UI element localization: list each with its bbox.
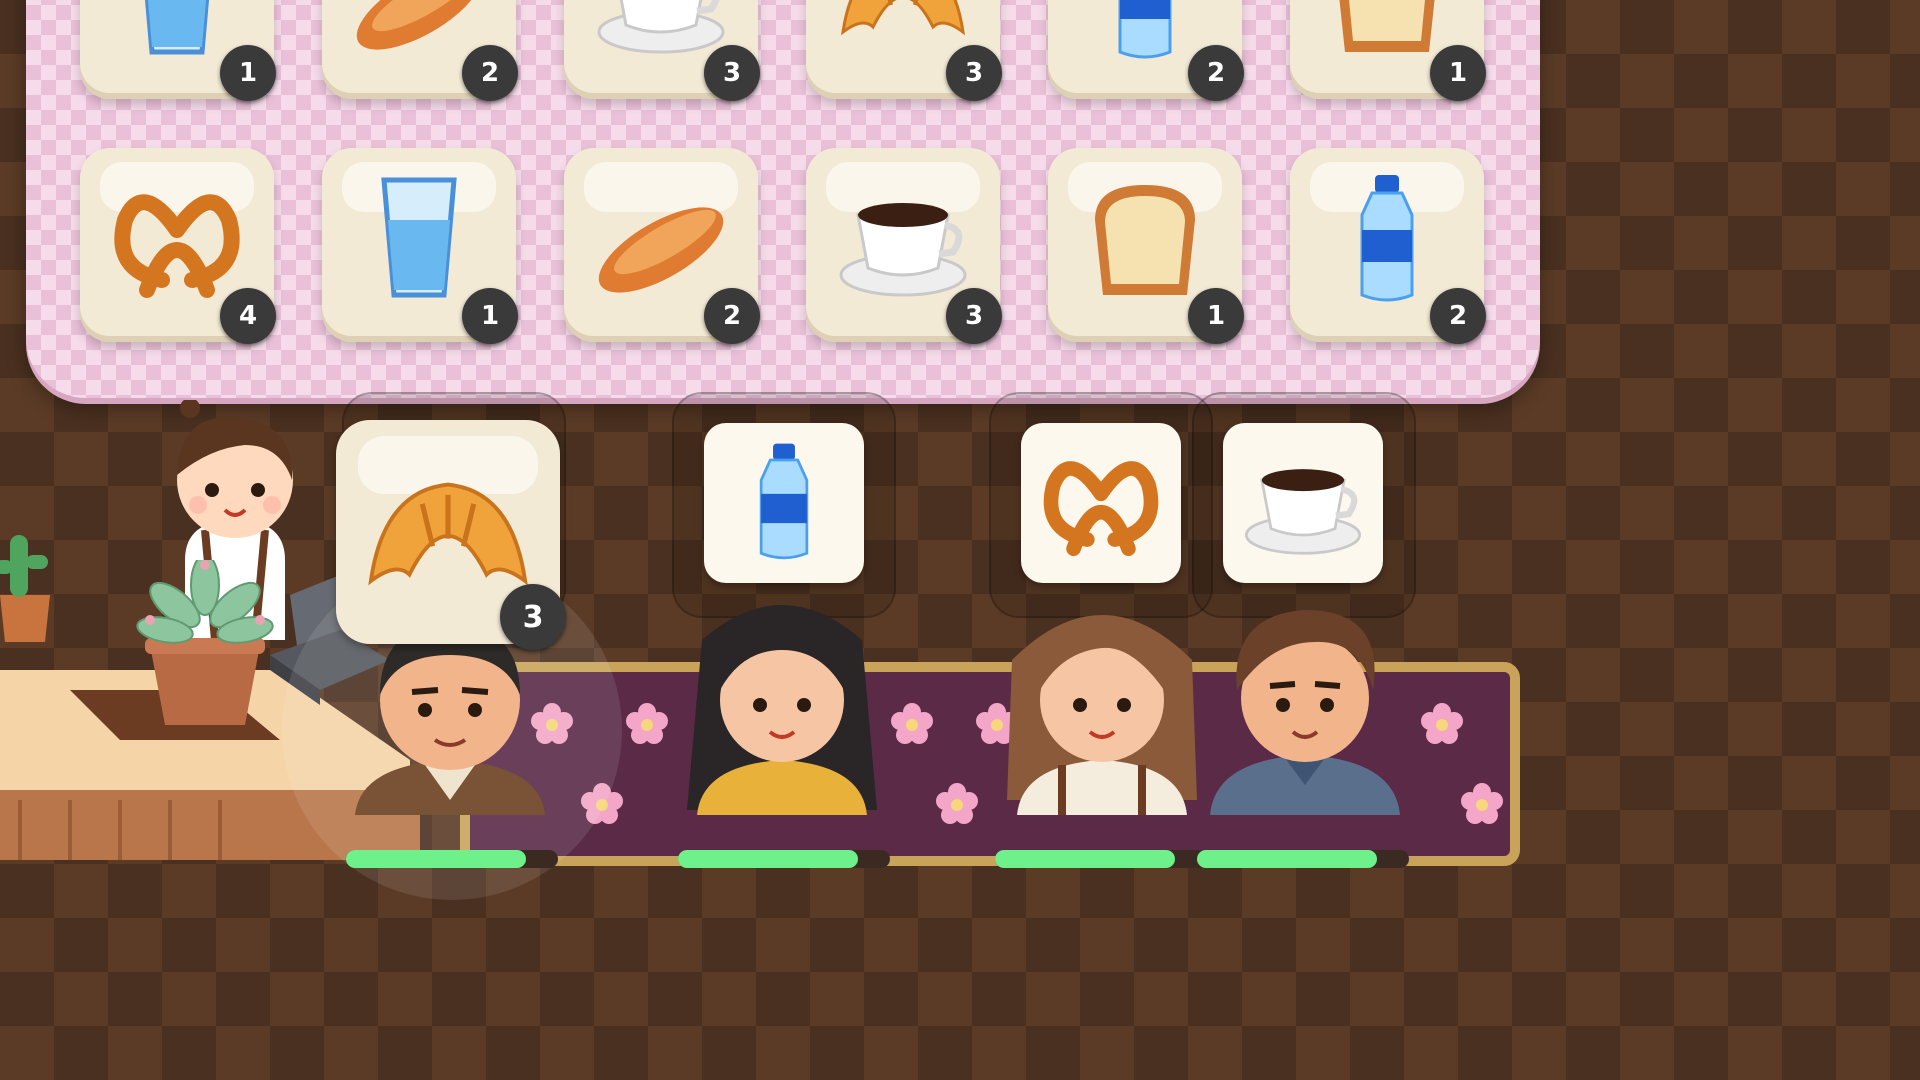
inventory-tile-water-glass[interactable]: 1 <box>80 0 276 101</box>
toast-icon <box>1095 185 1195 295</box>
patience-bar-fill <box>995 850 1176 868</box>
count-badge: 3 <box>946 45 1002 101</box>
inventory-tile-baguette[interactable]: 2 <box>564 148 760 344</box>
inventory-tile-coffee-cup[interactable]: 3 <box>806 148 1002 344</box>
cactus-plant-icon <box>0 535 50 642</box>
flower-pattern-icon <box>936 783 978 824</box>
inventory-tile-water-bottle[interactable]: 2 <box>1290 148 1486 344</box>
count-badge: 2 <box>1430 288 1486 344</box>
inventory-tile-water-glass[interactable]: 1 <box>322 148 518 344</box>
count-badge: 3 <box>500 584 566 650</box>
inventory-board: 1 2 3 3 2 1 4 1 2 3 1 2 <box>26 0 1540 398</box>
count-badge: 4 <box>220 288 276 344</box>
inventory-tile-baguette[interactable]: 2 <box>322 0 518 101</box>
water-bottle-icon <box>759 443 809 560</box>
order-card-water-bottle[interactable] <box>704 423 864 583</box>
baguette-icon <box>598 207 724 293</box>
inventory-tile-water-bottle[interactable]: 2 <box>1048 0 1244 101</box>
patience-bar <box>995 850 1207 868</box>
order-card-pretzel[interactable] <box>1021 423 1181 583</box>
count-badge: 1 <box>1188 288 1244 344</box>
count-badge: 1 <box>1430 45 1486 101</box>
inventory-tile-toast[interactable]: 1 <box>1048 148 1244 344</box>
count-badge: 3 <box>704 45 760 101</box>
flower-pattern-icon <box>1461 783 1503 824</box>
patience-bar-fill <box>678 850 859 868</box>
pretzel-icon <box>1043 461 1159 557</box>
inventory-tile-coffee-cup[interactable]: 3 <box>564 0 760 101</box>
coffee-cup-icon <box>1244 469 1362 555</box>
order-card-coffee-cup[interactable] <box>1223 423 1383 583</box>
count-badge: 2 <box>704 288 760 344</box>
succulent-plant-icon <box>136 560 274 725</box>
order-card-croissant[interactable]: 3 <box>336 420 566 650</box>
pretzel-icon <box>114 194 240 298</box>
water-glass-icon <box>381 177 457 298</box>
customer-woman-black-hair[interactable] <box>672 580 892 820</box>
water-bottle-icon <box>1360 175 1414 302</box>
flower-pattern-icon <box>626 703 668 744</box>
coffee-cup-icon <box>839 203 967 297</box>
flower-pattern-icon <box>1421 703 1463 744</box>
customer-woman-brown-hair[interactable] <box>992 580 1212 820</box>
count-badge: 1 <box>220 45 276 101</box>
patience-bar-fill <box>1197 850 1378 868</box>
customer-man-blue-shirt[interactable] <box>1195 580 1415 820</box>
count-badge: 1 <box>462 288 518 344</box>
patience-bar <box>1197 850 1409 868</box>
inventory-tile-toast[interactable]: 1 <box>1290 0 1486 101</box>
patience-bar-fill <box>346 850 527 868</box>
count-badge: 2 <box>462 45 518 101</box>
count-badge: 3 <box>946 288 1002 344</box>
inventory-tile-pretzel[interactable]: 4 <box>80 148 276 344</box>
count-badge: 2 <box>1188 45 1244 101</box>
flower-pattern-icon <box>891 703 933 744</box>
patience-bar <box>678 850 890 868</box>
patience-bar <box>346 850 558 868</box>
inventory-tile-croissant[interactable]: 3 <box>806 0 1002 101</box>
